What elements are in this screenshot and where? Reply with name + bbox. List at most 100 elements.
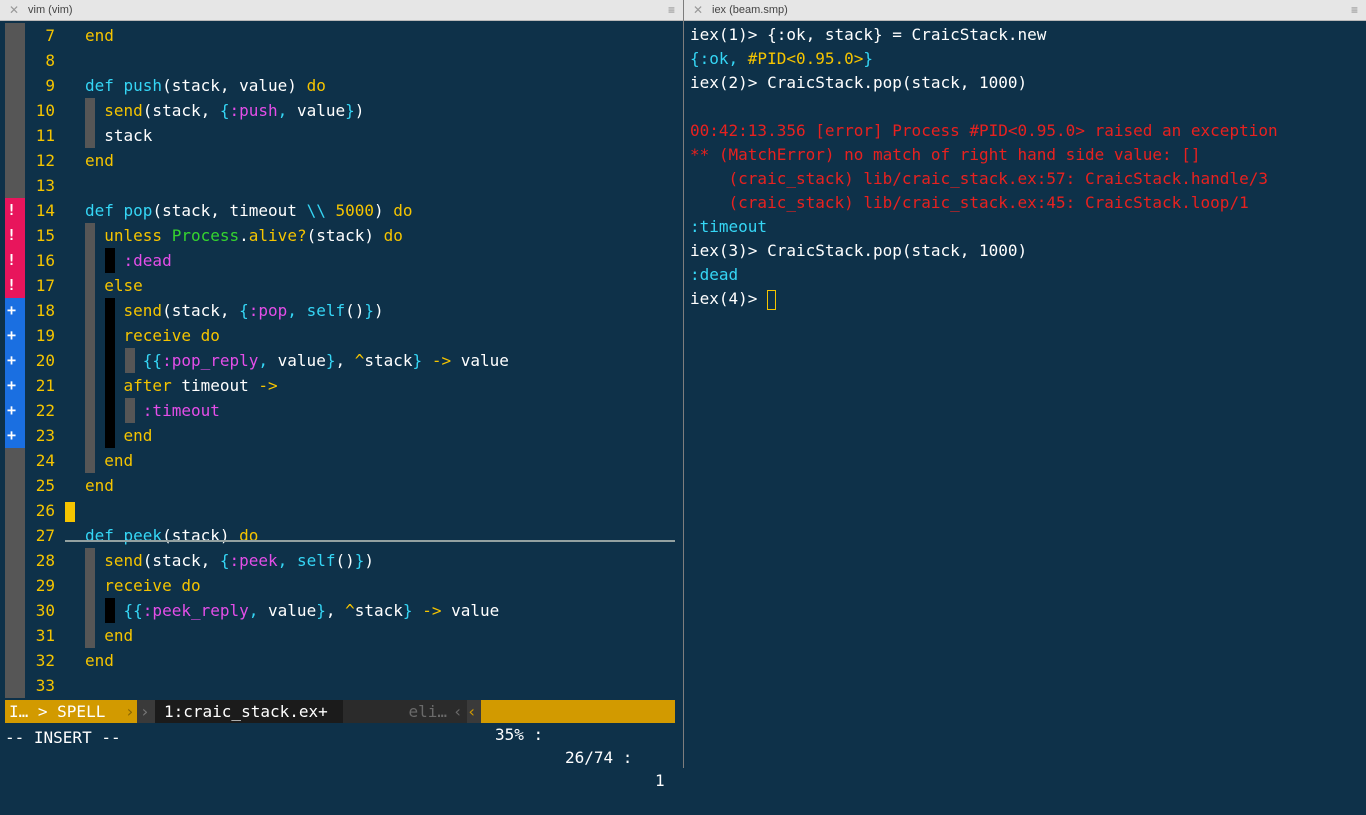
code-token: {{ — [142, 351, 163, 370]
code-text[interactable]: end — [85, 648, 114, 673]
code-line[interactable]: +21 after timeout -> — [0, 373, 683, 398]
code-text[interactable]: end — [85, 23, 114, 48]
tab-iex[interactable]: ✕ iex (beam.smp) ≡ — [684, 0, 1366, 21]
terminal-line: ** (MatchError) no match of right hand s… — [690, 143, 1201, 167]
code-token: timeout — [181, 376, 259, 395]
sign-column — [5, 548, 25, 573]
iex-terminal-pane[interactable]: iex(1)> {:ok, stack} = CraicStack.new {:o… — [684, 22, 1366, 768]
code-token: end — [104, 626, 134, 645]
code-text[interactable]: def push(stack, value) do — [85, 73, 326, 98]
code-line[interactable]: 27 def peek(stack) do — [0, 523, 683, 548]
code-token: ) — [364, 551, 375, 570]
line-number: 10 — [35, 101, 55, 120]
code-line[interactable]: ! 17 else — [0, 273, 683, 298]
code-text[interactable]: end — [85, 423, 153, 448]
line-number: 15 — [35, 226, 55, 245]
code-line[interactable]: 28 send(stack, {:peek, self()}) — [0, 548, 683, 573]
code-text[interactable]: after timeout -> — [85, 373, 278, 398]
code-token: end — [85, 476, 114, 495]
code-text[interactable]: stack — [85, 123, 152, 148]
terminal-line: iex(1)> {:ok, stack} = CraicStack.new — [690, 23, 1046, 47]
code-text[interactable]: :dead — [85, 248, 172, 273]
code-line[interactable]: 31 end — [0, 623, 683, 648]
code-token: self — [296, 551, 336, 570]
tab-vim[interactable]: ✕ vim (vim) ≡ — [0, 0, 683, 21]
sign-column — [5, 573, 25, 598]
code-line[interactable]: 30 {{:peek_reply, value}, ^stack} -> val… — [0, 598, 683, 623]
code-line[interactable]: ! 16 :dead — [0, 248, 683, 273]
menu-icon[interactable]: ≡ — [668, 3, 675, 17]
code-line[interactable]: 26 — [0, 498, 683, 523]
code-text[interactable]: else — [85, 273, 143, 298]
code-text[interactable]: end — [85, 148, 114, 173]
code-token: alive? — [248, 226, 307, 245]
terminal-line: iex(3)> CraicStack.pop(stack, 1000) — [690, 239, 1027, 263]
code-line[interactable]: +19 receive do — [0, 323, 683, 348]
code-text[interactable]: unless Process.alive?(stack) do — [85, 223, 403, 248]
code-line[interactable]: +20 {{:pop_reply, value}, ^stack} -> val… — [0, 348, 683, 373]
terminal-cursor[interactable] — [767, 289, 777, 310]
code-line[interactable]: 32 end — [0, 648, 683, 673]
code-line[interactable]: 33 — [0, 673, 683, 698]
code-line[interactable]: +18 send(stack, {:pop, self()}) — [0, 298, 683, 323]
code-token: value — [451, 351, 509, 370]
code-text[interactable]: {{:pop_reply, value}, ^stack} -> value — [85, 348, 509, 373]
code-text[interactable]: receive do — [85, 323, 220, 348]
code-text[interactable]: send(stack, {:peek, self()}) — [85, 548, 374, 573]
code-text[interactable]: send(stack, {:push, value}) — [85, 98, 364, 123]
code-line[interactable]: +23 end — [0, 423, 683, 448]
code-text[interactable]: end — [85, 473, 114, 498]
code-line[interactable]: 25 end — [0, 473, 683, 498]
code-text[interactable]: receive do — [85, 573, 201, 598]
close-icon[interactable]: ✕ — [9, 3, 19, 17]
code-token: do — [239, 526, 259, 545]
code-token: def — [85, 76, 124, 95]
code-line[interactable]: 11 stack — [0, 123, 683, 148]
sign-column — [5, 23, 25, 48]
code-text[interactable]: end — [85, 623, 133, 648]
line-number: 17 — [35, 276, 55, 295]
code-text[interactable]: end — [85, 448, 133, 473]
separator-icon: ‹ — [453, 700, 467, 723]
code-line[interactable]: 7 end — [0, 23, 683, 48]
code-line[interactable]: 24 end — [0, 448, 683, 473]
code-token: , — [325, 601, 346, 620]
code-line[interactable]: ! 15 unless Process.alive?(stack) do — [0, 223, 683, 248]
code-text[interactable]: :timeout — [85, 398, 220, 423]
code-token: . — [239, 226, 249, 245]
code-line[interactable]: 29 receive do — [0, 573, 683, 598]
code-text[interactable]: def peek(stack) do — [85, 523, 258, 548]
code-text[interactable]: send(stack, {:pop, self()}) — [85, 298, 384, 323]
code-token: 5000 — [335, 201, 374, 220]
code-line[interactable]: 10 send(stack, {:push, value}) — [0, 98, 683, 123]
separator-icon: ‹ — [467, 700, 481, 723]
terminal-text: iex(1)> {:ok, stack} = CraicStack.new — [690, 25, 1047, 44]
code-text[interactable]: def pop(stack, timeout \\ 5000) do — [85, 198, 413, 223]
code-line[interactable]: ! 14 def pop(stack, timeout \\ 5000) do — [0, 198, 683, 223]
vim-statusline: I… > SPELL › › 1:craic_stack.ex+ eli… ‹ … — [5, 700, 675, 790]
cursor-line — [65, 540, 675, 542]
code-token: receive do — [104, 576, 201, 595]
code-token: {{ — [123, 601, 143, 620]
line-number: 21 — [35, 376, 55, 395]
vim-editor-pane[interactable]: 7 end 8 9 def push(stack, value) do 10 send(s… — [0, 22, 683, 768]
line-number: 22 — [35, 401, 55, 420]
code-token: , — [258, 351, 278, 370]
code-line[interactable]: 8 — [0, 48, 683, 73]
code-token: () — [345, 301, 365, 320]
code-line[interactable]: 12 end — [0, 148, 683, 173]
code-line[interactable]: 9 def push(stack, value) do — [0, 73, 683, 98]
code-token: value — [441, 601, 500, 620]
code-line[interactable]: 13 — [0, 173, 683, 198]
modified-sign-icon: ! — [5, 198, 25, 223]
code-text[interactable]: {{:peek_reply, value}, ^stack} -> value — [85, 598, 500, 623]
code-line[interactable]: +22 :timeout — [0, 398, 683, 423]
menu-icon[interactable]: ≡ — [1351, 3, 1358, 17]
mode-indicator: I… > SPELL — [5, 700, 125, 723]
terminal-line: iex(2)> CraicStack.pop(stack, 1000) — [690, 71, 1027, 95]
close-icon[interactable]: ✕ — [693, 3, 703, 17]
